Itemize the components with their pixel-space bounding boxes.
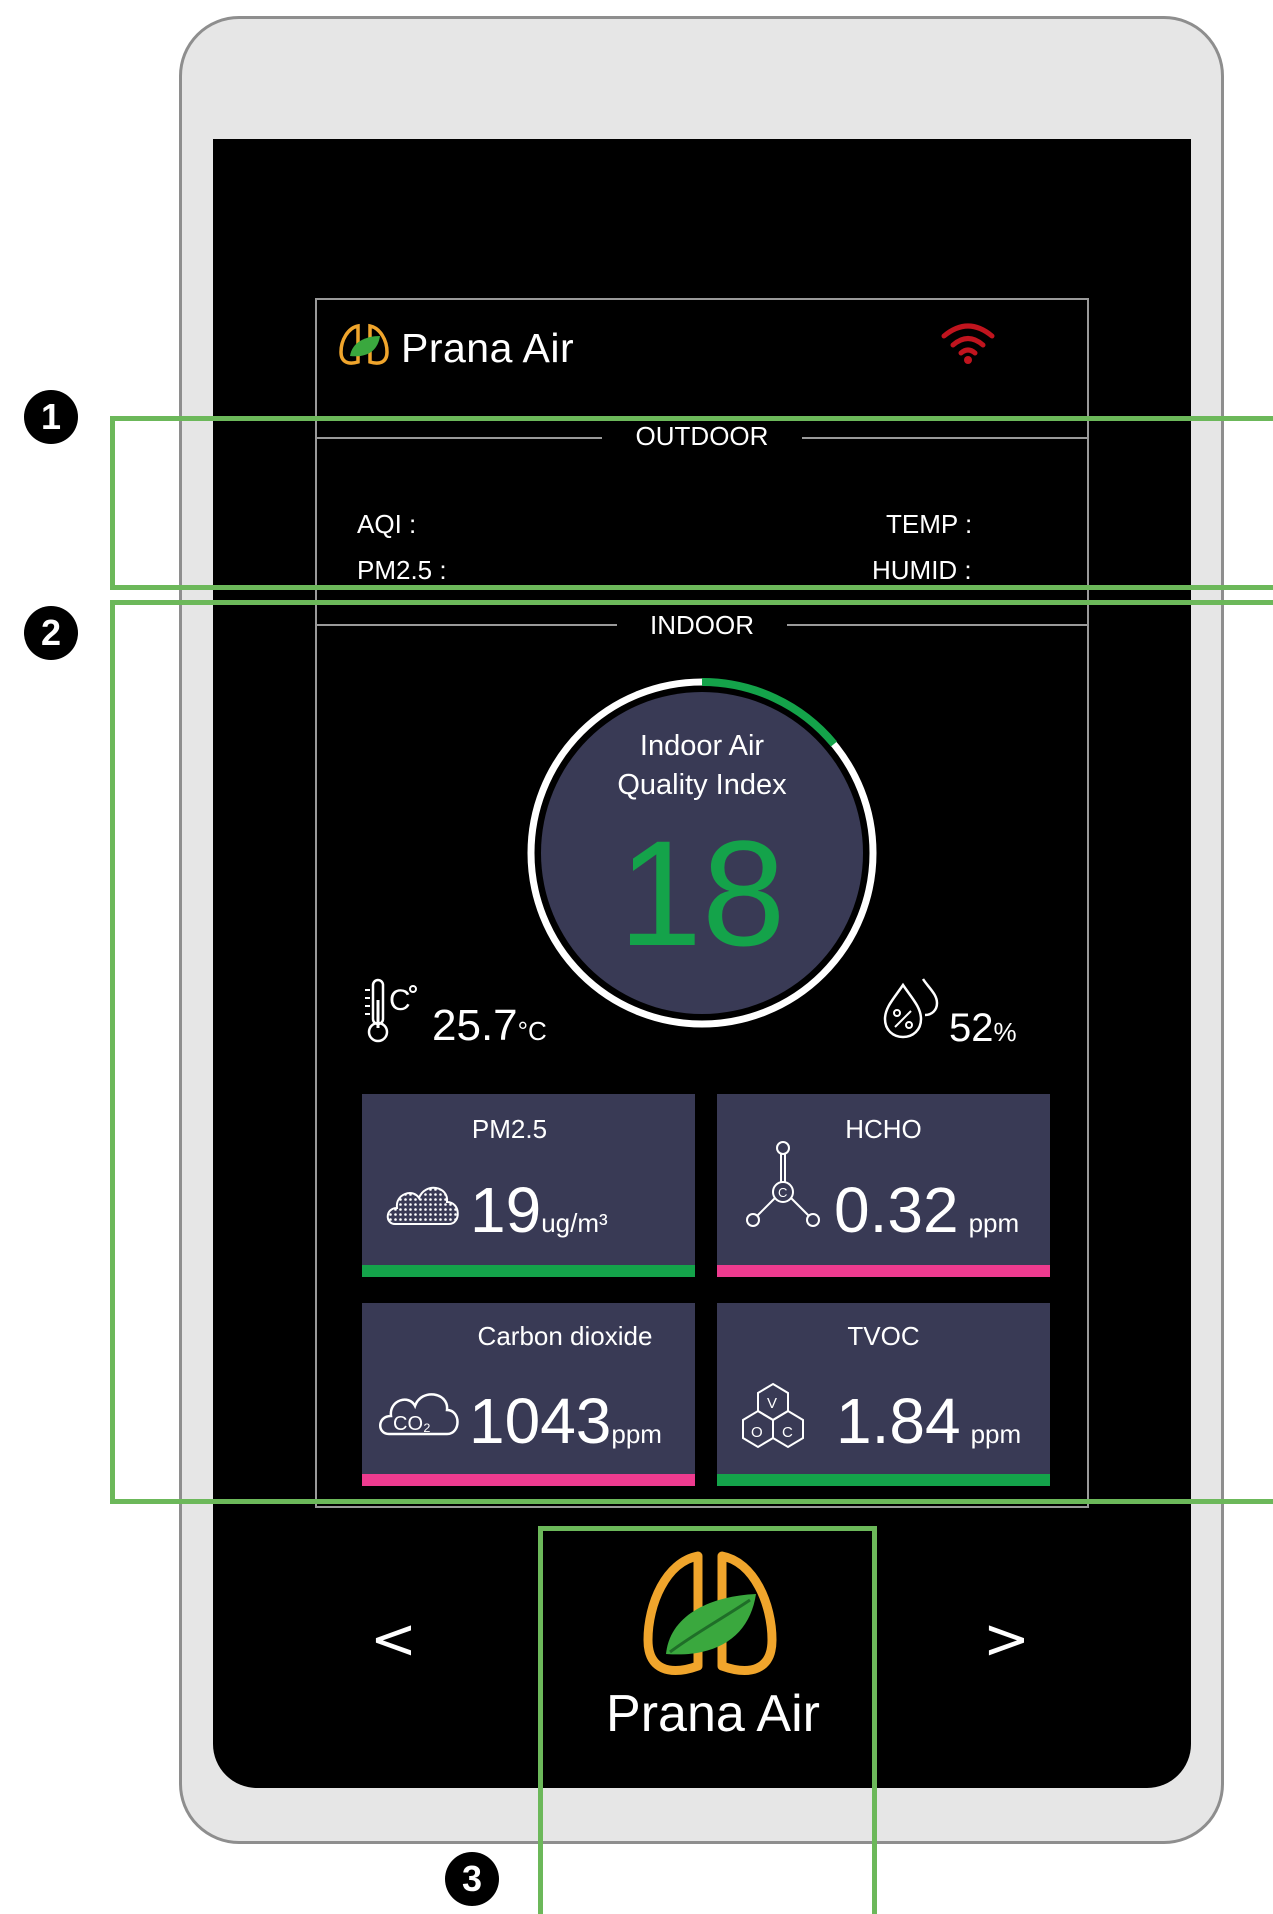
- callout-badge-3: 3: [445, 1852, 499, 1906]
- brand-name: Prana Air: [401, 325, 575, 371]
- wifi-icon[interactable]: [940, 322, 996, 366]
- callout-box-indoor: [110, 600, 1273, 1504]
- prana-logo-icon: [338, 322, 390, 368]
- callout-box-logo: [538, 1526, 877, 1914]
- callout-badge-1: 1: [24, 390, 78, 444]
- callout-badge-2: 2: [24, 606, 78, 660]
- prev-arrow-button[interactable]: <: [370, 1610, 420, 1670]
- next-arrow-button[interactable]: >: [983, 1610, 1033, 1670]
- callout-box-outdoor: [110, 416, 1273, 590]
